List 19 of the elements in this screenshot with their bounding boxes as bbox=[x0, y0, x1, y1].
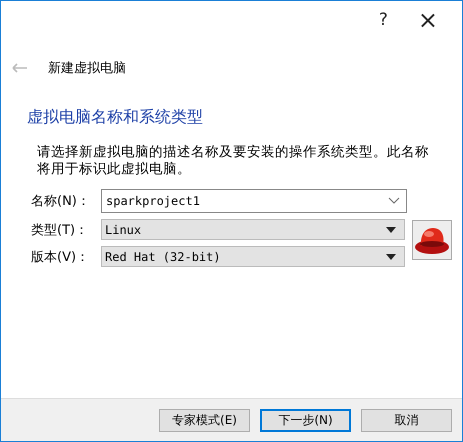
dropdown-arrow-icon bbox=[386, 254, 396, 260]
field-label: 版本(V)： bbox=[31, 248, 90, 266]
dialog-button[interactable]: 取消 bbox=[361, 408, 452, 432]
name-combo-field[interactable]: sparkproject1 bbox=[101, 189, 407, 213]
dropdown[interactable]: Red Hat (32-bit) bbox=[101, 246, 405, 267]
dropdown-arrow-icon bbox=[386, 226, 396, 232]
field-label: 名称(N)： bbox=[31, 193, 91, 210]
close-button[interactable]: × bbox=[418, 6, 438, 34]
description: 请选择新虚拟电脑的描述名称及要安装的操作系统类型。此名称将用于标识此虚拟电脑。 bbox=[37, 144, 430, 178]
field-label: 类型(T)： bbox=[31, 222, 90, 238]
section-title: 虚拟电脑名称和系统类型 bbox=[27, 107, 204, 128]
help-button[interactable]: ? bbox=[378, 10, 388, 30]
hat-icon bbox=[412, 220, 452, 260]
dropdown[interactable]: Linux bbox=[101, 219, 405, 240]
chevron-icon bbox=[388, 197, 400, 205]
wizard-title: 新建虚拟电脑 bbox=[48, 60, 126, 77]
dialog-button[interactable]: 专家模式(E) bbox=[159, 408, 250, 432]
dialog-button[interactable]: 下一步(N) bbox=[260, 408, 351, 432]
back-arrow-icon[interactable] bbox=[12, 63, 28, 73]
